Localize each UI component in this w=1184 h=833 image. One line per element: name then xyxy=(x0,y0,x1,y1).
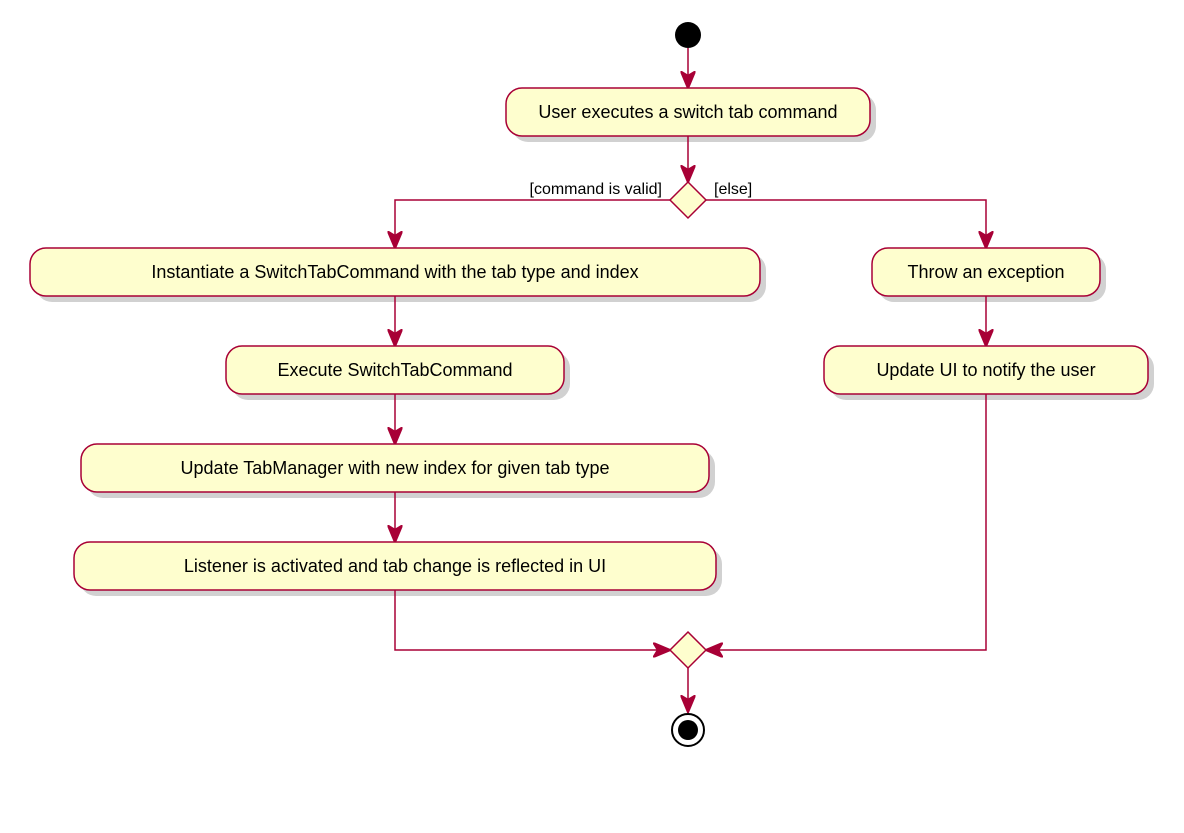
action-update-ui-label: Update UI to notify the user xyxy=(876,360,1095,380)
action-instantiate-label: Instantiate a SwitchTabCommand with the … xyxy=(151,262,638,282)
edge-n7-merge xyxy=(708,394,986,650)
guard-left: [command is valid] xyxy=(530,181,663,198)
action-update-tabmanager-label: Update TabManager with new index for giv… xyxy=(181,458,610,478)
edge-d1-n6 xyxy=(706,200,986,246)
edge-n5-merge xyxy=(395,590,668,650)
action-throw-label: Throw an exception xyxy=(907,262,1064,282)
guard-right: [else] xyxy=(714,181,752,198)
activity-diagram: User executes a switch tab command [comm… xyxy=(0,0,1184,833)
edge-d1-n2 xyxy=(395,200,670,246)
final-node-inner xyxy=(678,720,698,740)
action-execute-label: Execute SwitchTabCommand xyxy=(277,360,512,380)
initial-node xyxy=(675,22,701,48)
action-user-executes-label: User executes a switch tab command xyxy=(538,102,837,122)
decision-command-valid xyxy=(670,182,706,218)
merge-node xyxy=(670,632,706,668)
action-listener-label: Listener is activated and tab change is … xyxy=(184,556,606,576)
